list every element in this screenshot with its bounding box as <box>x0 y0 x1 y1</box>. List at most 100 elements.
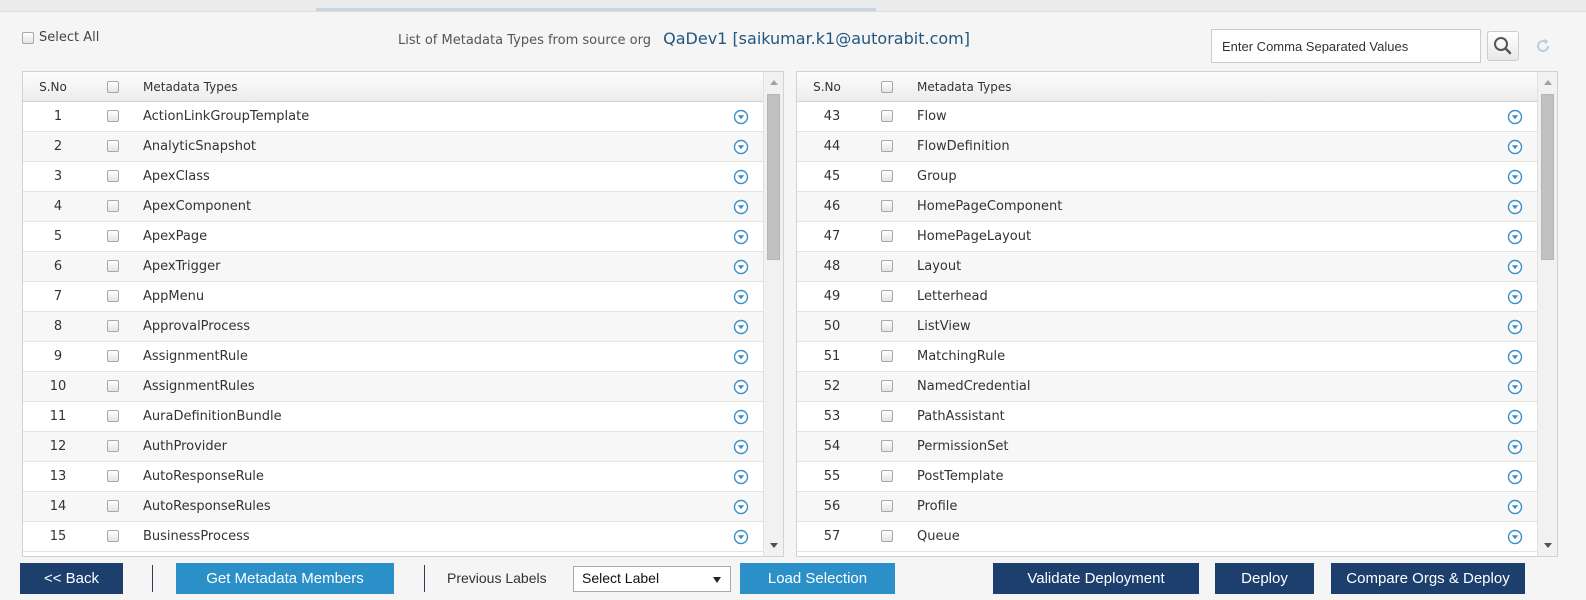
expand-icon[interactable] <box>733 289 749 305</box>
row-checkbox[interactable] <box>107 110 119 122</box>
expand-icon[interactable] <box>733 379 749 395</box>
expand-icon[interactable] <box>733 229 749 245</box>
expand-icon[interactable] <box>1507 259 1523 275</box>
expand-icon[interactable] <box>733 109 749 125</box>
table-row[interactable]: 7 AppMenu <box>23 282 763 312</box>
row-checkbox[interactable] <box>107 290 119 302</box>
table-row[interactable]: 46 HomePageComponent <box>797 192 1537 222</box>
expand-icon[interactable] <box>1507 469 1523 485</box>
row-checkbox[interactable] <box>107 230 119 242</box>
row-checkbox[interactable] <box>881 440 893 452</box>
row-checkbox[interactable] <box>881 230 893 242</box>
expand-icon[interactable] <box>733 319 749 335</box>
expand-icon[interactable] <box>1507 319 1523 335</box>
row-checkbox[interactable] <box>881 170 893 182</box>
table-row[interactable]: 1 ActionLinkGroupTemplate <box>23 102 763 132</box>
expand-icon[interactable] <box>1507 439 1523 455</box>
expand-icon[interactable] <box>1507 409 1523 425</box>
compare-orgs-deploy-button[interactable]: Compare Orgs & Deploy <box>1331 563 1525 594</box>
row-checkbox[interactable] <box>881 410 893 422</box>
table-row[interactable]: 56 Profile <box>797 492 1537 522</box>
search-button[interactable] <box>1487 31 1519 61</box>
validate-deployment-button[interactable]: Validate Deployment <box>993 563 1199 594</box>
table-row[interactable]: 15 BusinessProcess <box>23 522 763 552</box>
row-checkbox[interactable] <box>107 320 119 332</box>
expand-icon[interactable] <box>1507 529 1523 545</box>
select-all-control[interactable]: Select All <box>22 30 99 45</box>
row-checkbox[interactable] <box>107 170 119 182</box>
scrollbar[interactable] <box>763 72 783 556</box>
expand-icon[interactable] <box>1507 139 1523 155</box>
expand-icon[interactable] <box>733 409 749 425</box>
table-row[interactable]: 53 PathAssistant <box>797 402 1537 432</box>
expand-icon[interactable] <box>733 439 749 455</box>
get-metadata-members-button[interactable]: Get Metadata Members <box>176 563 394 594</box>
table-row[interactable]: 44 FlowDefinition <box>797 132 1537 162</box>
table-row[interactable]: 6 ApexTrigger <box>23 252 763 282</box>
expand-icon[interactable] <box>1507 499 1523 515</box>
expand-icon[interactable] <box>1507 169 1523 185</box>
expand-icon[interactable] <box>1507 109 1523 125</box>
scroll-down-icon[interactable] <box>770 543 778 548</box>
table-row[interactable]: 5 ApexPage <box>23 222 763 252</box>
row-checkbox[interactable] <box>107 530 119 542</box>
table-row[interactable]: 8 ApprovalProcess <box>23 312 763 342</box>
row-checkbox[interactable] <box>881 350 893 362</box>
refresh-icon[interactable] <box>1533 36 1553 56</box>
table-row[interactable]: 10 AssignmentRules <box>23 372 763 402</box>
row-checkbox[interactable] <box>881 140 893 152</box>
back-button[interactable]: << Back <box>20 563 123 594</box>
row-checkbox[interactable] <box>881 200 893 212</box>
table-row[interactable]: 51 MatchingRule <box>797 342 1537 372</box>
scroll-thumb[interactable] <box>767 94 780 260</box>
table-row[interactable]: 14 AutoResponseRules <box>23 492 763 522</box>
deploy-button[interactable]: Deploy <box>1215 563 1314 594</box>
row-checkbox[interactable] <box>107 200 119 212</box>
row-checkbox[interactable] <box>107 260 119 272</box>
expand-icon[interactable] <box>1507 199 1523 215</box>
row-checkbox[interactable] <box>107 500 119 512</box>
table-row[interactable]: 12 AuthProvider <box>23 432 763 462</box>
expand-icon[interactable] <box>733 199 749 215</box>
search-input[interactable]: Enter Comma Separated Values <box>1211 29 1481 63</box>
table-row[interactable]: 52 NamedCredential <box>797 372 1537 402</box>
table-row[interactable]: 57 Queue <box>797 522 1537 552</box>
table-row[interactable]: 43 Flow <box>797 102 1537 132</box>
expand-icon[interactable] <box>1507 289 1523 305</box>
table-row[interactable]: 49 Letterhead <box>797 282 1537 312</box>
row-checkbox[interactable] <box>107 410 119 422</box>
header-checkbox[interactable] <box>881 81 893 93</box>
expand-icon[interactable] <box>733 469 749 485</box>
table-row[interactable]: 4 ApexComponent <box>23 192 763 222</box>
row-checkbox[interactable] <box>107 350 119 362</box>
row-checkbox[interactable] <box>107 440 119 452</box>
expand-icon[interactable] <box>1507 349 1523 365</box>
expand-icon[interactable] <box>733 169 749 185</box>
row-checkbox[interactable] <box>881 530 893 542</box>
expand-icon[interactable] <box>733 499 749 515</box>
table-row[interactable]: 45 Group <box>797 162 1537 192</box>
row-checkbox[interactable] <box>107 380 119 392</box>
expand-icon[interactable] <box>733 139 749 155</box>
expand-icon[interactable] <box>733 349 749 365</box>
row-checkbox[interactable] <box>881 380 893 392</box>
table-row[interactable]: 48 Layout <box>797 252 1537 282</box>
table-row[interactable]: 50 ListView <box>797 312 1537 342</box>
table-row[interactable]: 47 HomePageLayout <box>797 222 1537 252</box>
scroll-down-icon[interactable] <box>1544 543 1552 548</box>
header-checkbox[interactable] <box>107 81 119 93</box>
scroll-up-icon[interactable] <box>770 80 778 85</box>
row-checkbox[interactable] <box>881 320 893 332</box>
row-checkbox[interactable] <box>881 470 893 482</box>
load-selection-button[interactable]: Load Selection <box>740 563 895 594</box>
table-row[interactable]: 54 PermissionSet <box>797 432 1537 462</box>
select-all-checkbox[interactable] <box>22 31 34 44</box>
expand-icon[interactable] <box>733 529 749 545</box>
table-row[interactable]: 11 AuraDefinitionBundle <box>23 402 763 432</box>
table-row[interactable]: 3 ApexClass <box>23 162 763 192</box>
row-checkbox[interactable] <box>881 500 893 512</box>
row-checkbox[interactable] <box>881 290 893 302</box>
expand-icon[interactable] <box>733 259 749 275</box>
select-label-dropdown[interactable]: Select Label <box>573 566 731 592</box>
row-checkbox[interactable] <box>881 110 893 122</box>
